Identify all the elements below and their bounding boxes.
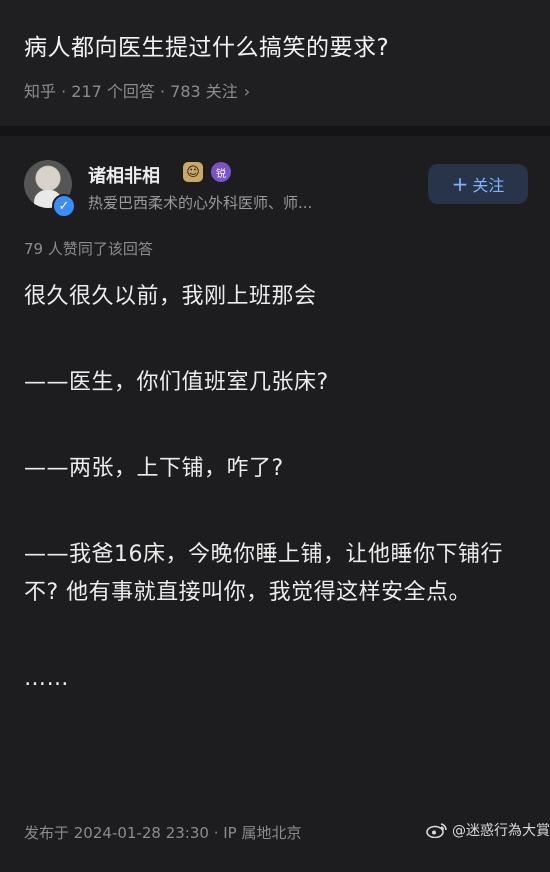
- upvote-count: 79 人赞同了该回答: [24, 240, 153, 258]
- post-date: 发布于 2024-01-28 23:30 · IP 属地北京: [24, 824, 302, 842]
- answer-content: 很久很久以前，我刚上班那会 ——医生，你们值班室几张床? ——两张，上下铺，咋了…: [24, 278, 529, 746]
- watermark: @迷惑行為大賞: [426, 820, 550, 840]
- question-title[interactable]: 病人都向医生提过什么搞笑的要求?: [24, 28, 389, 62]
- answer-paragraph: ——我爸16床，今晚你睡上铺，让他睡你下铺行不? 他有事就直接叫你，我觉得这样安…: [24, 542, 503, 605]
- answer-paragraph: ……: [24, 666, 69, 691]
- verified-check-icon: ✓: [52, 194, 76, 218]
- follow-button[interactable]: + 关注: [428, 164, 528, 204]
- chevron-right-icon: ›: [243, 82, 251, 101]
- watermark-text: @迷惑行為大賞: [452, 823, 550, 839]
- answer-paragraph: ——两张，上下铺，咋了?: [24, 456, 284, 481]
- question-meta-text: 知乎 · 217 个回答 · 783 关注: [24, 82, 238, 101]
- weibo-logo-icon: [426, 822, 448, 838]
- answer-card: ✓ 诸相非相 ☺ 锐 热爱巴西柔术的心外科医师、师... + 关注 79 人赞同…: [0, 136, 550, 872]
- plus-icon: +: [451, 172, 469, 196]
- question-meta[interactable]: 知乎 · 217 个回答 · 783 关注 ›: [24, 78, 250, 102]
- answer-paragraph: 很久很久以前，我刚上班那会: [24, 284, 317, 309]
- creator-badge-icon[interactable]: ☺: [183, 162, 203, 182]
- follow-label: 关注: [472, 176, 505, 195]
- author-name[interactable]: 诸相非相: [88, 162, 160, 188]
- section-divider: [0, 126, 550, 136]
- question-header[interactable]: 病人都向医生提过什么搞笑的要求? 知乎 · 217 个回答 · 783 关注 ›: [0, 0, 550, 126]
- author-bio: 热爱巴西柔术的心外科医师、师...: [88, 194, 313, 212]
- level-badge-icon[interactable]: 锐: [211, 162, 231, 182]
- answer-paragraph: ——医生，你们值班室几张床?: [24, 370, 329, 395]
